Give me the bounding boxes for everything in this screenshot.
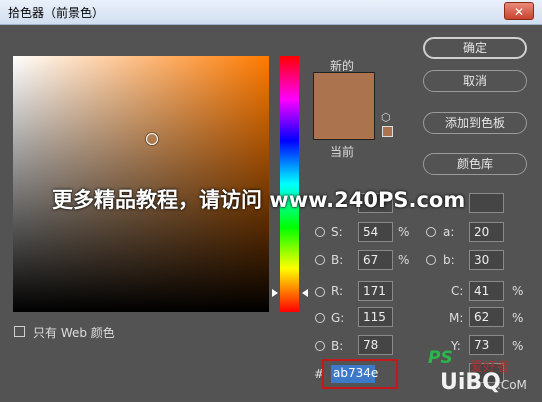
lab-b-label: b:: [443, 253, 455, 267]
cyan-label: C:: [451, 284, 464, 298]
green-label: G:: [331, 311, 345, 325]
lab-b-radio[interactable]: [426, 255, 436, 265]
hex-field[interactable]: ab734e: [331, 365, 378, 383]
lab-a-radio[interactable]: [426, 227, 436, 237]
saturation-radio[interactable]: [315, 227, 325, 237]
brightness-field[interactable]: 67: [358, 250, 393, 270]
lab-a-field[interactable]: 20: [469, 222, 504, 242]
logo-ps: PS: [428, 348, 453, 368]
lab-b-field[interactable]: 30: [469, 250, 504, 270]
blue-field[interactable]: 78: [358, 335, 393, 355]
cancel-button[interactable]: 取消: [423, 70, 527, 92]
saturation-label: S:: [331, 225, 343, 239]
current-color-swatch[interactable]: [313, 109, 375, 140]
brightness-label: B:: [331, 253, 344, 267]
blue-label: B:: [331, 339, 344, 353]
yellow-field[interactable]: 73: [469, 335, 504, 355]
window-title: 拾色器（前景色）: [8, 6, 105, 20]
cyan-field[interactable]: 41: [469, 281, 504, 301]
logo-com: .CoM: [497, 378, 527, 392]
brightness-radio[interactable]: [315, 255, 325, 265]
magenta-unit: %: [512, 311, 524, 325]
color-libraries-button[interactable]: 颜色库: [423, 153, 527, 175]
logo-uibq: UiBQ: [440, 370, 501, 395]
red-label: R:: [331, 284, 344, 298]
blue-radio[interactable]: [315, 341, 325, 351]
title-bar: 拾色器（前景色） ✕: [0, 0, 542, 25]
web-safe-swatch[interactable]: [382, 126, 393, 137]
lab-a-label: a:: [443, 225, 455, 239]
hue-slider-right-arrow-icon[interactable]: [302, 289, 308, 297]
web-colors-only-checkbox[interactable]: [14, 326, 25, 337]
saturation-unit: %: [398, 225, 410, 239]
hue-slider-left-arrow-icon[interactable]: [272, 289, 278, 297]
web-colors-only-label: 只有 Web 颜色: [33, 326, 115, 340]
current-color-label: 当前: [330, 145, 355, 159]
magenta-field[interactable]: 62: [469, 307, 504, 327]
new-color-swatch: [313, 72, 375, 110]
green-radio[interactable]: [315, 313, 325, 323]
saturation-field[interactable]: 54: [358, 222, 393, 242]
web-safe-cube-icon[interactable]: ⬡: [381, 111, 391, 124]
add-to-swatches-button[interactable]: 添加到色板: [423, 112, 527, 134]
red-radio[interactable]: [315, 287, 325, 297]
watermark-text: 更多精品教程，请访问 www.240PS.com: [52, 188, 466, 212]
green-field[interactable]: 115: [358, 307, 393, 327]
cyan-unit: %: [512, 284, 524, 298]
yellow-unit: %: [512, 339, 524, 353]
red-field[interactable]: 171: [358, 281, 393, 301]
magenta-label: M:: [449, 311, 464, 325]
brightness-unit: %: [398, 253, 410, 267]
close-button[interactable]: ✕: [504, 2, 534, 20]
ok-button[interactable]: 确定: [423, 37, 527, 59]
color-field-cursor[interactable]: [146, 133, 158, 145]
lab-l-field[interactable]: [469, 193, 504, 213]
